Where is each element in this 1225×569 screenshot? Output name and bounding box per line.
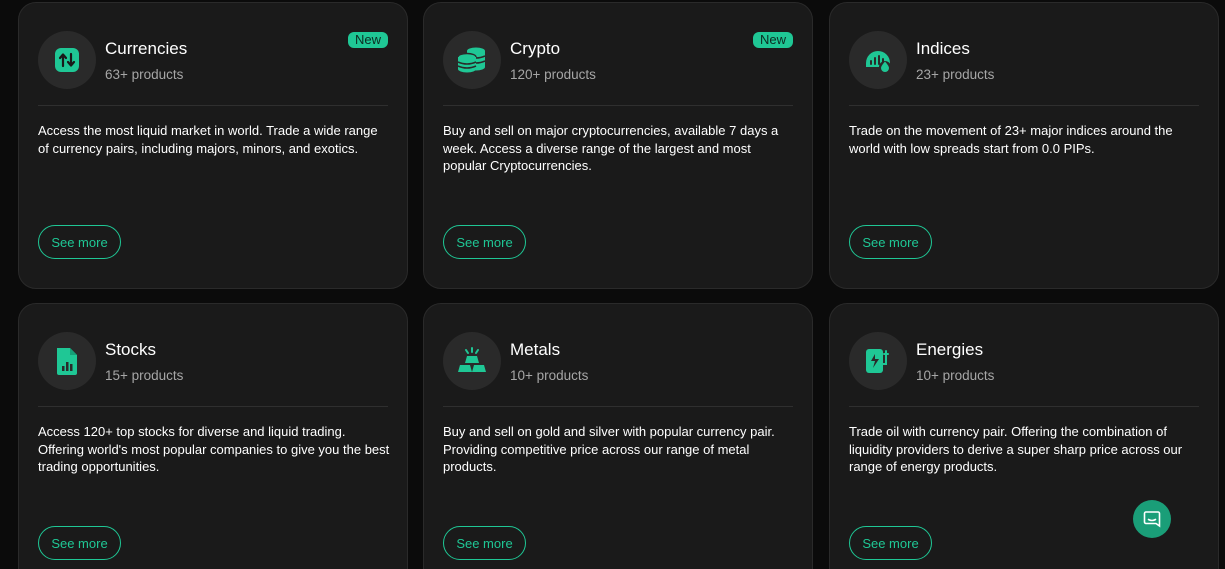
card-product-count: 120+ products (510, 67, 596, 82)
card-divider (443, 105, 793, 106)
see-more-button[interactable]: See more (849, 526, 932, 560)
chat-bubble-icon (1143, 511, 1161, 528)
product-card-metals: Metals 10+ products Buy and sell on gold… (423, 303, 813, 569)
card-product-count: 63+ products (105, 67, 184, 82)
card-title: Metals (510, 340, 561, 359)
card-description: Access the most liquid market in world. … (38, 123, 378, 156)
new-badge: New (752, 32, 793, 48)
coin-stack-icon (443, 31, 501, 89)
card-description: Buy and sell on gold and silver with pop… (443, 424, 775, 474)
product-card-currencies: Currencies 63+ products New Access the m… (18, 2, 408, 289)
card-product-count: 23+ products (916, 67, 995, 82)
energy-plug-icon (849, 332, 907, 390)
card-title: Crypto (510, 39, 561, 58)
card-product-count: 10+ products (510, 368, 589, 383)
card-description: Trade on the movement of 23+ major indic… (849, 123, 1173, 156)
card-description: Buy and sell on major cryptocurrencies, … (443, 123, 779, 173)
card-divider (443, 406, 793, 407)
see-more-button[interactable]: See more (443, 225, 526, 259)
card-description: Trade oil with currency pair. Offering t… (849, 424, 1183, 474)
see-more-button[interactable]: See more (849, 225, 932, 259)
see-more-button[interactable]: See more (38, 225, 121, 259)
card-title: Currencies (105, 39, 188, 58)
new-badge: New (347, 32, 388, 48)
card-divider (38, 105, 388, 106)
card-product-count: 15+ products (105, 368, 184, 383)
card-title: Stocks (105, 340, 157, 359)
see-more-button[interactable]: See more (443, 526, 526, 560)
currency-exchange-icon (38, 31, 96, 89)
card-divider (849, 406, 1199, 407)
gold-bars-icon (443, 332, 501, 390)
card-title: Energies (916, 340, 984, 359)
chat-button[interactable] (1133, 500, 1171, 538)
card-description: Access 120+ top stocks for diverse and l… (38, 424, 390, 474)
gauge-icon (849, 31, 907, 89)
card-title: Indices (916, 39, 970, 58)
see-more-button[interactable]: See more (38, 526, 121, 560)
card-divider (849, 105, 1199, 106)
card-divider (38, 406, 388, 407)
product-card-crypto: Crypto 120+ products New Buy and sell on… (423, 2, 813, 289)
product-card-indices: Indices 23+ products Trade on the moveme… (829, 2, 1219, 289)
product-card-stocks: Stocks 15+ products Access 120+ top stoc… (18, 303, 408, 569)
product-grid: Currencies 63+ products New Access the m… (0, 0, 1225, 569)
card-product-count: 10+ products (916, 368, 995, 383)
document-chart-icon (38, 332, 96, 390)
